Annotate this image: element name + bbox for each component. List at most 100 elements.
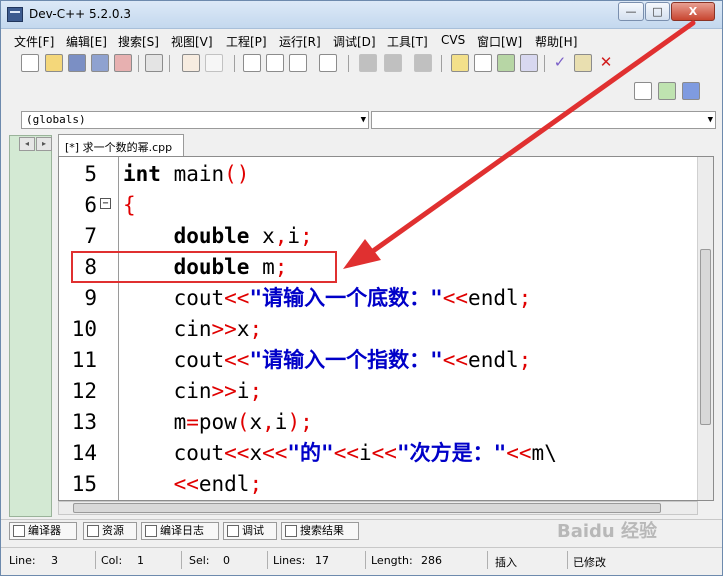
code-line: 15 <<endl; <box>59 469 699 500</box>
member-combo[interactable]: ▼ <box>371 111 716 129</box>
menu-search[interactable]: 搜索[S] <box>118 33 159 50</box>
line-number: 6 <box>84 193 97 217</box>
tab-file[interactable]: [*] 求一个数的幂.cpp <box>58 134 184 156</box>
code-token: x <box>249 410 263 434</box>
code-line: 11 cout<<"请输入一个指数："<<endl; <box>59 345 699 376</box>
code-token: , <box>262 410 275 434</box>
code-token: << <box>173 472 199 496</box>
goto-declaration-icon[interactable] <box>634 82 652 100</box>
scope-combo[interactable]: (globals) ▼ <box>21 111 369 129</box>
tab-compile-log[interactable]: 编译日志 <box>141 522 219 540</box>
insert-code-icon[interactable] <box>682 82 700 100</box>
code-token: i <box>287 224 301 248</box>
menu-cvs[interactable]: CVS <box>441 33 465 47</box>
comment-icon[interactable] <box>414 54 432 72</box>
replace-icon[interactable] <box>266 54 284 72</box>
tab-compiler[interactable]: 编译器 <box>9 522 77 540</box>
chart-icon[interactable] <box>574 54 592 72</box>
menu-bar: 文件[F] 编辑[E] 搜索[S] 视图[V] 工程[P] 运行[R] 调试[D… <box>1 31 722 51</box>
code-line: 9 cout<<"请输入一个底数："<<endl; <box>59 283 699 314</box>
status-separator <box>365 551 366 569</box>
indent-icon[interactable] <box>359 54 377 72</box>
goto-line-icon[interactable] <box>319 54 337 72</box>
find-next-icon[interactable] <box>289 54 307 72</box>
vertical-scroll-thumb[interactable] <box>700 249 711 425</box>
tab-scroll-left-icon[interactable]: ◂ <box>19 137 35 151</box>
maximize-button[interactable]: □ <box>645 2 670 21</box>
code-token: ; <box>249 472 263 496</box>
status-col-label: Col: <box>101 554 123 567</box>
status-length-label: Length: <box>371 554 413 567</box>
code-token: << <box>224 348 250 372</box>
menu-window[interactable]: 窗口[W] <box>477 33 522 50</box>
redo-icon[interactable] <box>205 54 223 72</box>
menu-view[interactable]: 视图[V] <box>171 33 213 50</box>
print-icon[interactable] <box>145 54 163 72</box>
fold-toggle-icon[interactable]: − <box>100 198 111 209</box>
horizontal-scrollbar[interactable] <box>58 501 698 515</box>
code-token: << <box>262 441 288 465</box>
check-icon[interactable]: ✓ <box>551 54 569 72</box>
compiler-icon <box>13 525 25 537</box>
menu-run[interactable]: 运行[R] <box>279 33 321 50</box>
menu-edit[interactable]: 编辑[E] <box>66 33 107 50</box>
dev-cpp-app-icon <box>7 7 23 22</box>
code-line: 5 int main() <box>59 159 699 190</box>
code-token: int <box>123 162 161 186</box>
save-all-icon[interactable] <box>91 54 109 72</box>
menu-tools[interactable]: 工具[T] <box>387 33 428 50</box>
horizontal-scroll-thumb[interactable] <box>73 503 661 513</box>
code-line: 6− { <box>59 190 699 221</box>
code-line: 14 cout<<x<<"的"<<i<<"次方是："<<m\ <box>59 438 699 469</box>
unindent-icon[interactable] <box>384 54 402 72</box>
window-title: Dev-C++ 5.2.0.3 <box>29 7 132 21</box>
status-lines-value: 17 <box>315 554 329 567</box>
code-text: cout<<"请输入一个指数："<<endl; <box>123 345 532 376</box>
project-panel <box>9 135 52 517</box>
tab-debug[interactable]: 调试 <box>223 522 277 540</box>
compile-run-icon[interactable] <box>497 54 515 72</box>
code-text: double x,i; <box>123 221 313 252</box>
code-token: << <box>371 441 397 465</box>
code-token: { <box>123 193 136 217</box>
code-token: ; <box>518 348 532 372</box>
minimize-button[interactable]: — <box>618 2 644 21</box>
add-class-icon[interactable] <box>658 82 676 100</box>
code-token: "的" <box>287 441 334 465</box>
code-text: cin>>i; <box>123 376 263 407</box>
close-file-icon[interactable] <box>114 54 132 72</box>
code-editor[interactable]: 5 int main() 6−{7 double x,i; 8 double m; 9 … <box>58 156 714 501</box>
tab-search-results-label: 搜索结果 <box>300 524 344 537</box>
compile-icon[interactable] <box>451 54 469 72</box>
stop-icon[interactable]: ✕ <box>597 54 615 72</box>
find-icon[interactable] <box>243 54 261 72</box>
code-line: 10 cin>>x; <box>59 314 699 345</box>
save-icon[interactable] <box>68 54 86 72</box>
run-icon[interactable] <box>474 54 492 72</box>
undo-icon[interactable] <box>182 54 200 72</box>
code-token: >> <box>211 317 237 341</box>
tab-resources[interactable]: 资源 <box>83 522 137 540</box>
close-button[interactable]: X <box>671 2 715 21</box>
code-token: i <box>274 410 288 434</box>
code-token: ; <box>249 317 263 341</box>
code-token: "次方是：" <box>396 441 507 465</box>
code-token: >> <box>211 379 237 403</box>
open-icon[interactable] <box>45 54 63 72</box>
code-token: cout <box>123 286 225 310</box>
code-token: ; <box>249 379 263 403</box>
new-file-icon[interactable] <box>21 54 39 72</box>
menu-debug[interactable]: 调试[D] <box>333 33 376 50</box>
rebuild-icon[interactable] <box>520 54 538 72</box>
code-token: () <box>224 162 250 186</box>
code-token: endl <box>198 472 250 496</box>
vertical-scrollbar[interactable] <box>697 157 713 500</box>
compile-log-icon <box>145 525 157 537</box>
menu-project[interactable]: 工程[P] <box>226 33 267 50</box>
title-bar: Dev-C++ 5.2.0.3 — □ X <box>1 1 722 29</box>
tab-scroll-right-icon[interactable]: ▸ <box>36 137 52 151</box>
menu-file[interactable]: 文件[F] <box>14 33 54 50</box>
code-token: ); <box>287 410 313 434</box>
tab-search-results[interactable]: 搜索结果 <box>281 522 359 540</box>
menu-help[interactable]: 帮助[H] <box>535 33 577 50</box>
